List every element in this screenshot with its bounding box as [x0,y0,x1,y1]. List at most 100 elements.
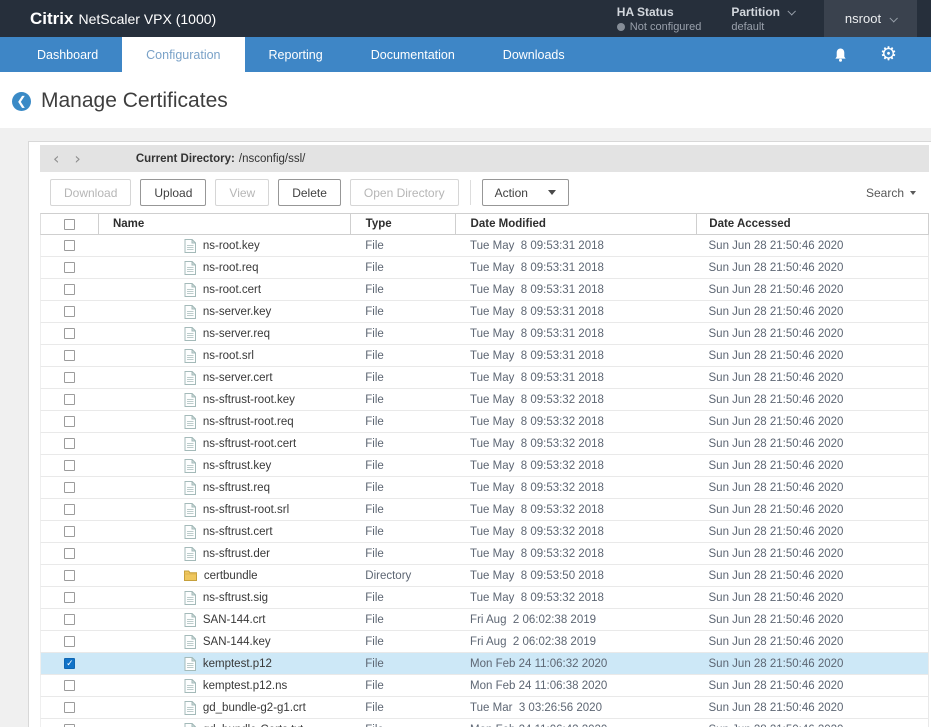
tab-configuration[interactable]: Configuration [122,37,244,72]
file-name[interactable]: gd_bundle-g2-g1.crt [203,702,306,714]
upload-button[interactable]: Upload [140,179,206,206]
row-checkbox[interactable] [64,702,75,713]
row-checkbox[interactable] [64,614,75,625]
column-header-type[interactable]: Type [351,214,456,234]
table-row[interactable]: ns-sftrust.sigFileTue May 8 09:53:32 201… [40,587,929,609]
file-name[interactable]: ns-root.key [203,240,260,252]
table-row[interactable]: ns-server.reqFileTue May 8 09:53:31 2018… [40,323,929,345]
notification-bell-icon[interactable] [833,47,848,63]
file-name[interactable]: kemptest.p12.ns [203,680,287,692]
row-checkbox[interactable] [64,416,75,427]
file-icon [184,591,196,605]
file-name[interactable]: ns-sftrust.sig [203,592,268,604]
column-header-name[interactable]: Name [99,214,351,234]
table-row[interactable]: certbundleDirectoryTue May 8 09:53:50 20… [40,565,929,587]
file-name[interactable]: kemptest.p12 [203,658,272,670]
partition-block[interactable]: Partition default [731,0,794,37]
row-checkbox[interactable] [64,680,75,691]
file-name[interactable]: ns-sftrust.req [203,482,270,494]
table-row[interactable]: ns-sftrust.derFileTue May 8 09:53:32 201… [40,543,929,565]
nav-forward-chevron-icon[interactable]: › [74,151,80,167]
file-name[interactable]: gd_bundle-Certs.txt [203,724,303,727]
user-menu[interactable]: nsroot [824,0,917,37]
view-button[interactable]: View [215,179,269,206]
column-header-date-accessed[interactable]: Date Accessed [697,214,929,234]
date-accessed-cell: Sun Jun 28 21:50:46 2020 [697,631,928,652]
table-row[interactable]: SAN-144.crtFileFri Aug 2 06:02:38 2019Su… [40,609,929,631]
file-name[interactable]: ns-root.req [203,262,259,274]
row-checkbox[interactable] [64,548,75,559]
table-row[interactable]: SAN-144.keyFileFri Aug 2 06:02:38 2019Su… [40,631,929,653]
file-name[interactable]: ns-server.cert [203,372,273,384]
table-row[interactable]: gd_bundle-g2-g1.crtFileTue Mar 3 03:26:5… [40,697,929,719]
row-checkbox[interactable]: ✓ [64,658,75,669]
table-row[interactable]: gd_bundle-Certs.txtFileMon Feb 24 11:06:… [40,719,929,727]
select-all-checkbox[interactable] [64,219,75,230]
table-row[interactable]: ns-root.certFileTue May 8 09:53:31 2018S… [40,279,929,301]
action-dropdown[interactable]: Action [482,179,569,206]
tab-reporting[interactable]: Reporting [245,37,347,72]
table-row[interactable]: ns-root.reqFileTue May 8 09:53:31 2018Su… [40,257,929,279]
table-row[interactable]: ns-root.srlFileTue May 8 09:53:31 2018Su… [40,345,929,367]
row-checkbox[interactable] [64,328,75,339]
file-name[interactable]: ns-sftrust-root.cert [203,438,296,450]
open-directory-button[interactable]: Open Directory [350,179,459,206]
tab-dashboard[interactable]: Dashboard [13,37,122,72]
file-name[interactable]: ns-sftrust-root.req [203,416,294,428]
row-checkbox[interactable] [64,570,75,581]
row-checkbox[interactable] [64,482,75,493]
row-checkbox[interactable] [64,438,75,449]
file-name[interactable]: certbundle [204,570,258,582]
table-row[interactable]: ns-root.keyFileTue May 8 09:53:31 2018Su… [40,235,929,257]
table-row[interactable]: ✓kemptest.p12FileMon Feb 24 11:06:32 202… [40,653,929,675]
date-modified-cell: Tue May 8 09:53:31 2018 [455,367,696,388]
file-name[interactable]: ns-root.cert [203,284,261,296]
file-name[interactable]: ns-sftrust-root.key [203,394,295,406]
column-header-date-modified[interactable]: Date Modified [456,214,698,234]
row-checkbox[interactable] [64,350,75,361]
table-row[interactable]: ns-sftrust.certFileTue May 8 09:53:32 20… [40,521,929,543]
nav-back-chevron-icon[interactable]: ‹ [53,151,59,167]
file-name[interactable]: ns-sftrust.der [203,548,270,560]
delete-button[interactable]: Delete [278,179,341,206]
table-row[interactable]: ns-sftrust-root.certFileTue May 8 09:53:… [40,433,929,455]
row-checkbox[interactable] [64,262,75,273]
row-checkbox[interactable] [64,284,75,295]
tab-documentation[interactable]: Documentation [347,37,479,72]
file-name[interactable]: ns-server.req [203,328,270,340]
row-checkbox[interactable] [64,592,75,603]
file-name[interactable]: SAN-144.key [203,636,271,648]
table-row[interactable]: ns-sftrust-root.srlFileTue May 8 09:53:3… [40,499,929,521]
file-icon [184,657,196,671]
file-name[interactable]: ns-sftrust.key [203,460,271,472]
row-checkbox[interactable] [64,504,75,515]
row-checkbox[interactable] [64,526,75,537]
row-checkbox[interactable] [64,240,75,251]
file-name[interactable]: ns-sftrust.cert [203,526,273,538]
row-checkbox[interactable] [64,394,75,405]
date-modified-cell: Tue May 8 09:53:32 2018 [455,455,696,476]
table-row[interactable]: ns-sftrust.reqFileTue May 8 09:53:32 201… [40,477,929,499]
table-row[interactable]: ns-sftrust.keyFileTue May 8 09:53:32 201… [40,455,929,477]
settings-gear-icon[interactable]: ⚙ [880,45,897,64]
file-name-cell: SAN-144.key [99,631,350,652]
table-row[interactable]: ns-server.certFileTue May 8 09:53:31 201… [40,367,929,389]
row-checkbox[interactable] [64,636,75,647]
file-name[interactable]: ns-sftrust-root.srl [203,504,289,516]
chevron-down-icon[interactable] [787,7,795,15]
table-row[interactable]: ns-sftrust-root.keyFileTue May 8 09:53:3… [40,389,929,411]
row-checkbox[interactable] [64,460,75,471]
file-name[interactable]: ns-root.srl [203,350,254,362]
back-button[interactable]: ❮ [12,92,31,111]
download-button[interactable]: Download [50,179,131,206]
table-row[interactable]: ns-server.keyFileTue May 8 09:53:31 2018… [40,301,929,323]
table-row[interactable]: kemptest.p12.nsFileMon Feb 24 11:06:38 2… [40,675,929,697]
file-name[interactable]: SAN-144.crt [203,614,266,626]
tab-downloads[interactable]: Downloads [479,37,589,72]
search-dropdown[interactable]: Search [866,186,916,200]
row-checkbox[interactable] [64,372,75,383]
file-type-cell: File [350,719,455,727]
file-name[interactable]: ns-server.key [203,306,271,318]
row-checkbox[interactable] [64,306,75,317]
table-row[interactable]: ns-sftrust-root.reqFileTue May 8 09:53:3… [40,411,929,433]
